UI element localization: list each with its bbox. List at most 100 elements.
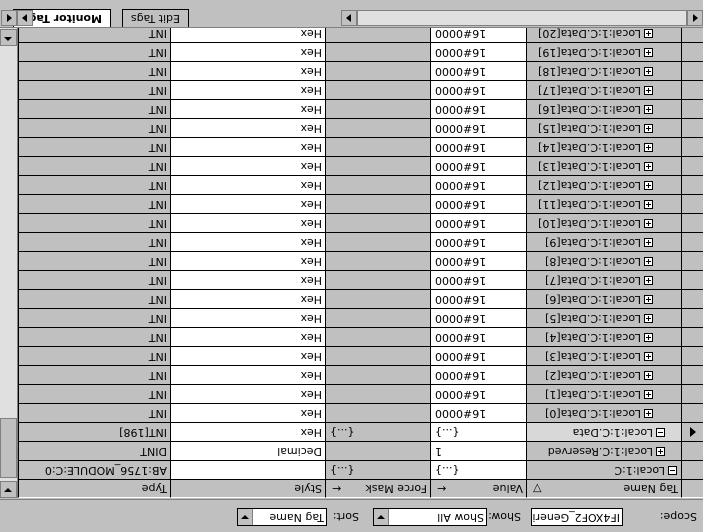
tag-name-cell[interactable]: Local:1:C.Data: [526, 422, 681, 441]
row-selector[interactable]: [681, 251, 703, 270]
scope-dropdown[interactable]: IF4XOF2_Generic(co: [531, 508, 623, 526]
row-selector[interactable]: [681, 28, 703, 42]
row-selector[interactable]: [681, 289, 703, 308]
value-cell[interactable]: 16#0000: [430, 251, 526, 270]
table-row[interactable]: Local:1:C.Data[1] 16#0000 Hex INT: [18, 384, 703, 403]
expand-plus-icon[interactable]: [644, 352, 653, 361]
value-cell[interactable]: 16#0000: [430, 270, 526, 289]
force-mask-cell[interactable]: [325, 251, 430, 270]
table-row[interactable]: Local:1:C.Data[4] 16#0000 Hex INT: [18, 327, 703, 346]
row-selector[interactable]: [681, 194, 703, 213]
force-mask-cell[interactable]: [325, 308, 430, 327]
row-selector[interactable]: [681, 346, 703, 365]
force-mask-cell[interactable]: [325, 403, 430, 422]
chevron-down-icon[interactable]: [374, 509, 389, 525]
row-selector[interactable]: [681, 365, 703, 384]
table-row[interactable]: Local:1:C.Data[11] 16#0000 Hex INT: [18, 194, 703, 213]
row-selector[interactable]: [681, 460, 703, 479]
column-header-style[interactable]: Style: [170, 479, 325, 498]
value-cell[interactable]: 16#0000: [430, 175, 526, 194]
tag-name-cell[interactable]: Local:1:C.Data[10]: [526, 213, 681, 232]
style-cell[interactable]: Hex: [170, 384, 325, 403]
tag-name-cell[interactable]: Local:1:C.Data[20]: [526, 28, 681, 42]
style-cell[interactable]: Hex: [170, 156, 325, 175]
scroll-right-button[interactable]: [341, 10, 357, 26]
table-row[interactable]: Local:1:C.Data[0] 16#0000 Hex INT: [18, 403, 703, 422]
style-cell[interactable]: Hex: [170, 270, 325, 289]
force-mask-cell[interactable]: {...}: [325, 422, 430, 441]
table-row[interactable]: Local:1:C.Data[5] 16#0000 Hex INT: [18, 308, 703, 327]
value-cell[interactable]: 16#0000: [430, 156, 526, 175]
force-mask-cell[interactable]: [325, 118, 430, 137]
value-cell[interactable]: 16#0000: [430, 137, 526, 156]
row-selector[interactable]: [681, 441, 703, 460]
column-header-tag-name[interactable]: Tag Name ▽: [526, 479, 681, 498]
value-cell[interactable]: 16#0000: [430, 346, 526, 365]
value-cell[interactable]: {...}: [430, 460, 526, 479]
tag-name-cell[interactable]: Local:1:C.Data[17]: [526, 80, 681, 99]
force-mask-cell[interactable]: [325, 156, 430, 175]
column-header-type[interactable]: Type: [18, 479, 170, 498]
chevron-down-icon[interactable]: [238, 509, 253, 525]
style-cell[interactable]: Hex: [170, 61, 325, 80]
expand-plus-icon[interactable]: [644, 86, 653, 95]
value-cell[interactable]: {...}: [430, 422, 526, 441]
style-cell[interactable]: Hex: [170, 99, 325, 118]
style-cell[interactable]: Hex: [170, 232, 325, 251]
table-row[interactable]: Local:1:C.Data[6] 16#0000 Hex INT: [18, 289, 703, 308]
table-row[interactable]: Local:1:C.Data[16] 16#0000 Hex INT: [18, 99, 703, 118]
force-mask-cell[interactable]: [325, 28, 430, 42]
tag-name-cell[interactable]: Local:1:C: [526, 460, 681, 479]
table-row[interactable]: Local:1:C.Data[12] 16#0000 Hex INT: [18, 175, 703, 194]
force-mask-cell[interactable]: [325, 232, 430, 251]
force-mask-cell[interactable]: [325, 194, 430, 213]
tag-name-cell[interactable]: Local:1:C.Data[12]: [526, 175, 681, 194]
tag-name-cell[interactable]: Local:1:C.Data[9]: [526, 232, 681, 251]
force-mask-cell[interactable]: [325, 137, 430, 156]
row-selector[interactable]: [681, 213, 703, 232]
force-mask-cell[interactable]: [325, 99, 430, 118]
style-cell[interactable]: Hex: [170, 80, 325, 99]
force-mask-cell[interactable]: [325, 346, 430, 365]
value-cell[interactable]: 16#0000: [430, 365, 526, 384]
table-row[interactable]: Local:1:C.Data[17] 16#0000 Hex INT: [18, 80, 703, 99]
value-cell[interactable]: 16#0000: [430, 308, 526, 327]
tab-scroll-left-button[interactable]: [1, 10, 17, 26]
tab-edit-tags[interactable]: Edit Tags: [121, 9, 189, 27]
tag-name-cell[interactable]: Local:1:C.Data[8]: [526, 251, 681, 270]
expand-plus-icon[interactable]: [644, 219, 653, 228]
collapse-minus-icon[interactable]: [668, 466, 677, 475]
expand-plus-icon[interactable]: [656, 447, 665, 456]
table-row[interactable]: Local:1:C.Data[20] 16#0000 Hex INT: [18, 28, 703, 42]
value-cell[interactable]: 16#0000: [430, 289, 526, 308]
row-selector[interactable]: [681, 384, 703, 403]
style-cell[interactable]: Hex: [170, 194, 325, 213]
value-cell[interactable]: 16#0000: [430, 327, 526, 346]
force-mask-cell[interactable]: [325, 61, 430, 80]
scroll-up-button[interactable]: [0, 29, 17, 46]
value-cell[interactable]: 16#0000: [430, 118, 526, 137]
style-cell[interactable]: Hex: [170, 422, 325, 441]
table-row[interactable]: Local:1:C.Data[18] 16#0000 Hex INT: [18, 61, 703, 80]
collapse-minus-icon[interactable]: [656, 428, 665, 437]
value-cell[interactable]: 16#0000: [430, 232, 526, 251]
value-cell[interactable]: 16#0000: [430, 403, 526, 422]
style-cell[interactable]: Hex: [170, 403, 325, 422]
table-row[interactable]: Local:1:C.Data[19] 16#0000 Hex INT: [18, 42, 703, 61]
expand-plus-icon[interactable]: [644, 124, 653, 133]
table-row[interactable]: Local:1:C.Data[8] 16#0000 Hex INT: [18, 251, 703, 270]
force-mask-cell[interactable]: [325, 289, 430, 308]
table-row[interactable]: Local:1:C.Data[2] 16#0000 Hex INT: [18, 365, 703, 384]
force-mask-cell[interactable]: [325, 327, 430, 346]
style-cell[interactable]: Hex: [170, 289, 325, 308]
tab-scroll-right-button[interactable]: [17, 10, 33, 26]
row-selector[interactable]: [681, 118, 703, 137]
scroll-down-button[interactable]: [0, 481, 17, 498]
style-cell[interactable]: Hex: [170, 175, 325, 194]
style-cell[interactable]: Hex: [170, 327, 325, 346]
force-mask-cell[interactable]: [325, 42, 430, 61]
expand-plus-icon[interactable]: [644, 390, 653, 399]
tag-name-cell[interactable]: Local:1:C.Data[1]: [526, 384, 681, 403]
row-selector[interactable]: [681, 61, 703, 80]
value-cell[interactable]: 16#0000: [430, 80, 526, 99]
